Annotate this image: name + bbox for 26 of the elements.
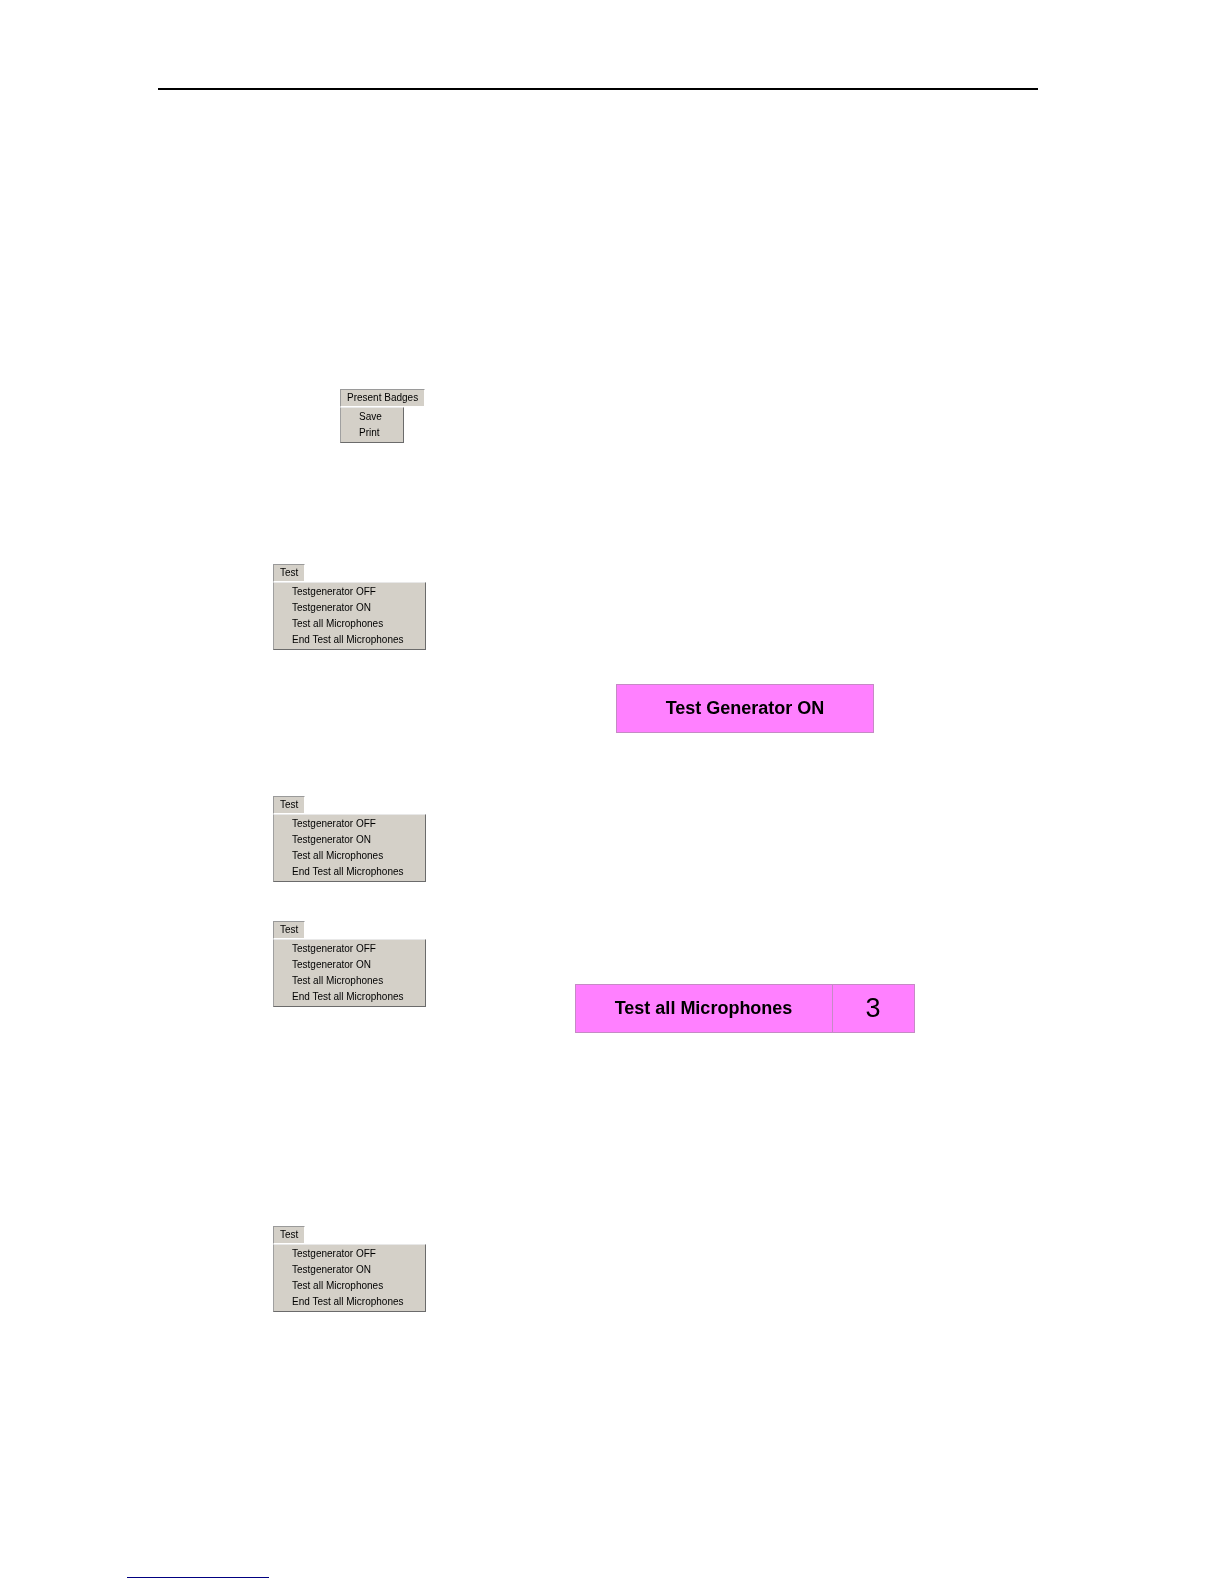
menu-item[interactable]: Testgenerator ON [274, 832, 425, 848]
menu-item[interactable]: Test all Microphones [274, 848, 425, 864]
menu-item[interactable]: End Test all Microphones [274, 989, 425, 1005]
menu-item[interactable]: Test all Microphones [274, 973, 425, 989]
menu-item[interactable]: Testgenerator OFF [274, 1246, 425, 1262]
status-banner: Test all Microphones [574, 984, 833, 1033]
menu-item[interactable]: Testgenerator ON [274, 600, 425, 616]
menu-item[interactable]: End Test all Microphones [274, 632, 425, 648]
menu-button[interactable]: Test [273, 564, 306, 582]
menu-item[interactable]: Test all Microphones [274, 1278, 425, 1294]
menu-button[interactable]: Test [273, 921, 306, 939]
menu-item[interactable]: Print [341, 425, 403, 441]
menu-button[interactable]: Present Badges [340, 389, 426, 407]
menu-item[interactable]: Testgenerator ON [274, 1262, 425, 1278]
menu-item[interactable]: End Test all Microphones [274, 864, 425, 880]
menu-button[interactable]: Test [273, 1226, 306, 1244]
count-display: 3 [832, 984, 915, 1033]
menu-item[interactable]: Testgenerator OFF [274, 941, 425, 957]
menu-item[interactable]: Testgenerator ON [274, 957, 425, 973]
menu-item[interactable]: Testgenerator OFF [274, 816, 425, 832]
menu-item[interactable]: End Test all Microphones [274, 1294, 425, 1310]
menu-item[interactable]: Save [341, 409, 403, 425]
menu-item[interactable]: Test all Microphones [274, 616, 425, 632]
status-banner: Test Generator ON [616, 684, 874, 733]
menu-item[interactable]: Testgenerator OFF [274, 584, 425, 600]
menu-button[interactable]: Test [273, 796, 306, 814]
